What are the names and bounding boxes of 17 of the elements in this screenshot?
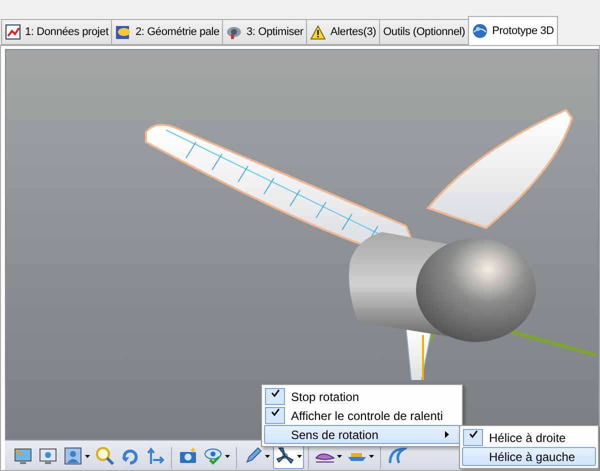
tab-label: 2: Géométrie pale [135,26,220,38]
tab-label: Outils (Optionnel) [383,26,466,38]
tab-label: Prototype 3D [492,25,554,37]
menu-item[interactable]: Hélice à gauche [462,447,596,466]
tab-label: 1: Données projet [25,26,108,38]
tab[interactable]: 3: Optimiser [222,19,308,45]
tab[interactable]: Outils (Optionnel) [379,19,470,45]
tab[interactable]: Prototype 3D [468,16,558,45]
tab[interactable]: 2: Géométrie pale [111,19,224,45]
tab-label: Alertes(3) [330,26,376,38]
tab[interactable]: 1: Données projet [1,19,112,45]
tab-label: 3: Optimiser [246,26,304,38]
menu-item[interactable]: Stop rotation [264,387,460,406]
menu-item[interactable]: Hélice à droite [462,428,596,447]
menu-item[interactable]: Afficher le controle de ralenti [264,406,460,425]
tab[interactable]: Alertes(3) [306,19,380,45]
menu-item[interactable]: Sens de rotation [264,425,460,444]
